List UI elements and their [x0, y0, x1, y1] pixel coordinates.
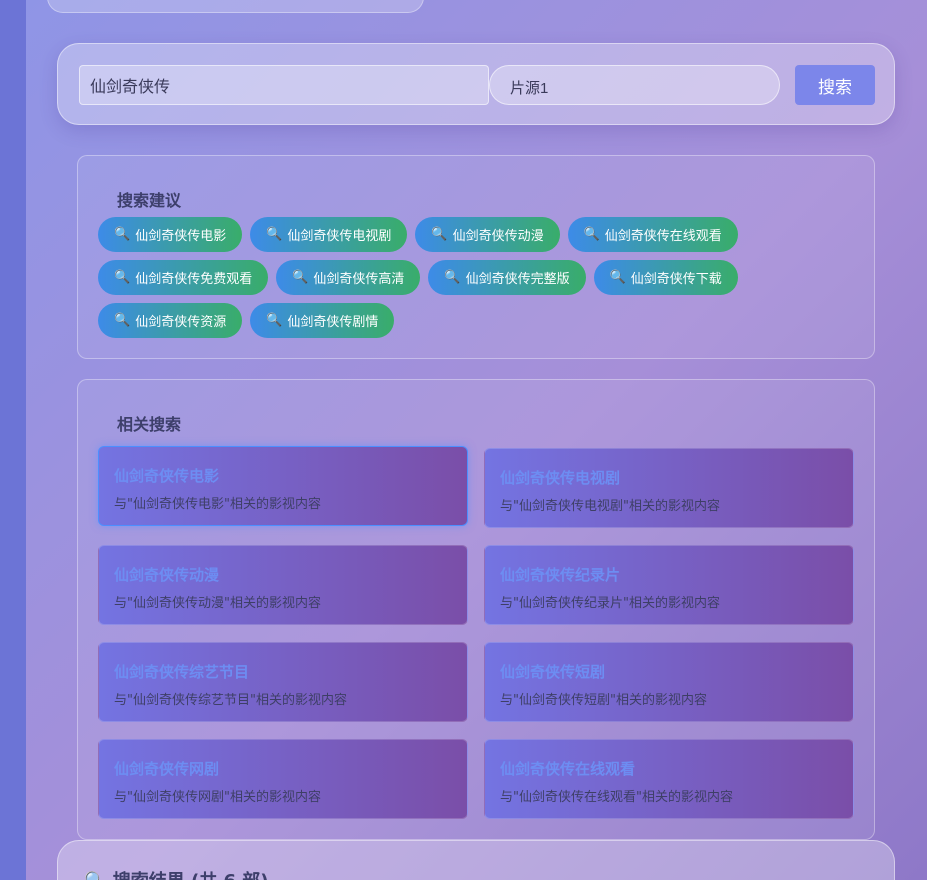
related-item[interactable]: 仙剑奇侠传短剧 与"仙剑奇侠传短剧"相关的影视内容 — [484, 642, 854, 722]
magnifier-icon: 🔍 — [444, 270, 461, 285]
related-item[interactable]: 仙剑奇侠传纪录片 与"仙剑奇侠传纪录片"相关的影视内容 — [484, 545, 854, 625]
suggestion-chip[interactable]: 🔍 仙剑奇侠传电影 — [98, 217, 243, 252]
suggestion-chip[interactable]: 🔍 仙剑奇侠传完整版 — [428, 260, 586, 295]
related-item[interactable]: 仙剑奇侠传网剧 与"仙剑奇侠传网剧"相关的影视内容 — [98, 739, 468, 819]
results-title: 🔍 搜索结果 (共 6 部) — [84, 867, 268, 880]
magnifier-icon: 🔍 — [609, 270, 626, 285]
magnifier-icon: 🔍 — [84, 871, 106, 880]
related-item[interactable]: 仙剑奇侠传综艺节目 与"仙剑奇侠传综艺节目"相关的影视内容 — [98, 642, 468, 722]
suggestions-card: 搜索建议 🔍 仙剑奇侠传电影 🔍 仙剑奇侠传电视剧 🔍 仙剑奇侠传动漫 🔍 仙剑奇侠传在… — [77, 155, 875, 359]
search-input[interactable] — [79, 65, 489, 105]
suggestion-chip[interactable]: 🔍 仙剑奇侠传免费观看 — [98, 260, 269, 295]
source-select-value: 片源1 — [510, 80, 549, 97]
magnifier-icon: 🔍 — [431, 227, 448, 242]
magnifier-icon: 🔍 — [114, 270, 131, 285]
magnifier-icon: 🔍 — [292, 270, 309, 285]
suggestion-chip[interactable]: 🔍 仙剑奇侠传下载 — [593, 260, 738, 295]
search-panel: 片源1 搜索 — [57, 43, 895, 125]
search-button[interactable]: 搜索 — [795, 65, 875, 105]
magnifier-icon: 🔍 — [266, 227, 283, 242]
suggestion-chip[interactable]: 🔍 仙剑奇侠传在线观看 — [567, 217, 738, 252]
related-item[interactable]: 仙剑奇侠传动漫 与"仙剑奇侠传动漫"相关的影视内容 — [98, 545, 468, 625]
suggestion-chip[interactable]: 🔍 仙剑奇侠传动漫 — [415, 217, 560, 252]
source-select[interactable]: 片源1 — [489, 65, 780, 105]
related-card: 相关搜索 仙剑奇侠传电影 与"仙剑奇侠传电影"相关的影视内容 仙剑奇侠传电视剧 … — [77, 379, 875, 840]
suggestion-chips: 🔍 仙剑奇侠传电影 🔍 仙剑奇侠传电视剧 🔍 仙剑奇侠传动漫 🔍 仙剑奇侠传在线观看 🔍… — [98, 217, 858, 346]
results-panel: 🔍 搜索结果 (共 6 部) — [57, 840, 895, 880]
related-item[interactable]: 仙剑奇侠传电视剧 与"仙剑奇侠传电视剧"相关的影视内容 — [484, 448, 854, 528]
suggestion-chip[interactable]: 🔍 仙剑奇侠传资源 — [98, 303, 243, 338]
top-panel-edge — [47, 0, 424, 13]
magnifier-icon: 🔍 — [266, 313, 283, 328]
related-title: 相关搜索 — [117, 415, 182, 434]
magnifier-icon: 🔍 — [114, 313, 131, 328]
suggestions-title: 搜索建议 — [117, 191, 182, 210]
suggestion-chip[interactable]: 🔍 仙剑奇侠传电视剧 — [250, 217, 408, 252]
suggestion-chip[interactable]: 🔍 仙剑奇侠传剧情 — [250, 303, 395, 338]
magnifier-icon: 🔍 — [114, 227, 131, 242]
related-item[interactable]: 仙剑奇侠传在线观看 与"仙剑奇侠传在线观看"相关的影视内容 — [484, 739, 854, 819]
magnifier-icon: 🔍 — [583, 227, 600, 242]
related-item[interactable]: 仙剑奇侠传电影 与"仙剑奇侠传电影"相关的影视内容 — [98, 446, 468, 526]
suggestion-chip[interactable]: 🔍 仙剑奇侠传高清 — [276, 260, 421, 295]
